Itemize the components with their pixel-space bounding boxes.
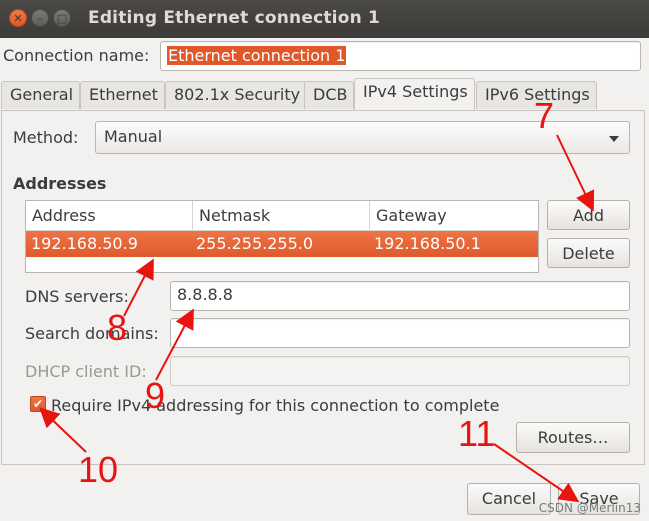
annotation-arrows	[39, 134, 595, 503]
annotation-8: 8	[107, 307, 128, 348]
arrow-10	[39, 407, 87, 453]
annotation-10: 10	[78, 449, 119, 490]
arrow-7	[556, 134, 595, 212]
annotation-9: 9	[145, 375, 166, 416]
watermark: CSDN @Merlin13	[538, 501, 641, 515]
annotation-7: 7	[534, 95, 555, 136]
arrow-11	[493, 443, 580, 503]
arrow-9	[155, 308, 194, 381]
arrow-8	[123, 258, 154, 317]
annotation-11: 11	[458, 413, 496, 454]
